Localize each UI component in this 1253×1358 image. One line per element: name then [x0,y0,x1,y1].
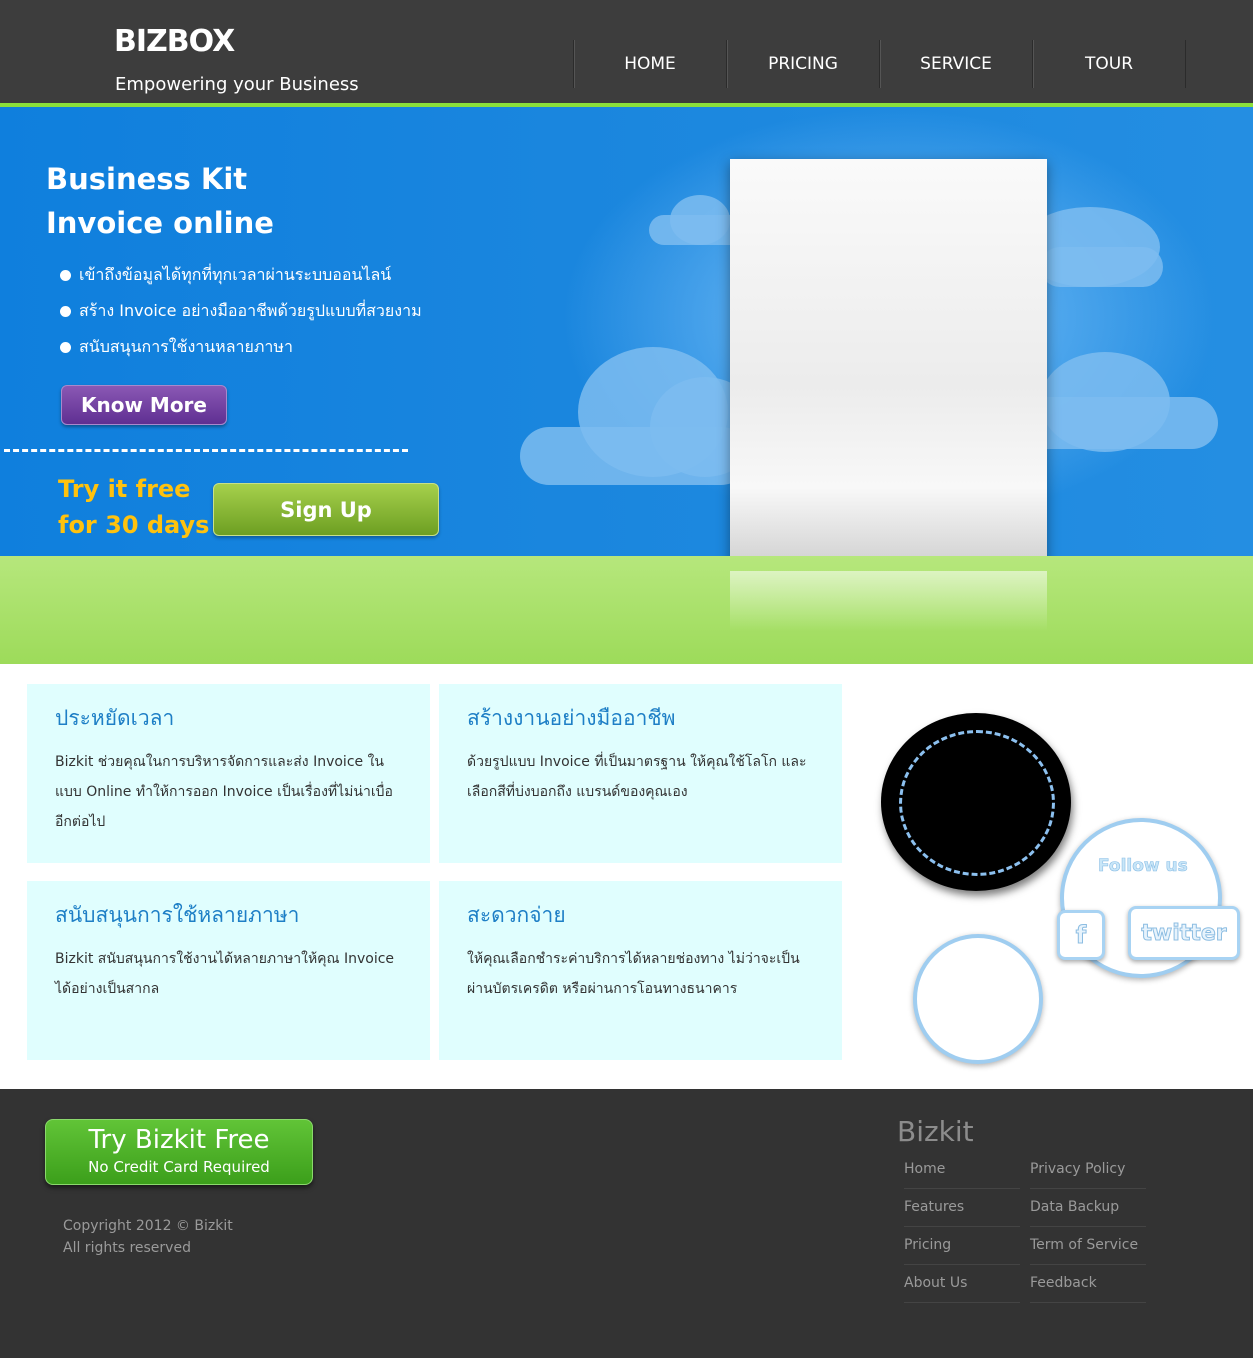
paper-reflection [730,571,1047,631]
know-more-button[interactable]: Know More [61,385,227,425]
footer-link-privacy-policy[interactable]: Privacy Policy [1030,1151,1146,1189]
tagline: Empowering your Business [115,74,359,95]
bullet-dot-icon [60,305,71,317]
main-nav: HOME PRICING SERVICE TOUR [573,40,1186,88]
footer-link-data-backup[interactable]: Data Backup [1030,1189,1146,1227]
hero-bullet: สนับสนุนการใช้งานหลายภาษา [60,329,422,365]
try-button-label: Try Bizkit Free [88,1125,270,1155]
black-badge-circle [881,713,1071,891]
nav-service[interactable]: SERVICE [879,40,1032,88]
footer-link-pricing[interactable]: Pricing [904,1227,1020,1265]
hero-bullet: เข้าถึงข้อมูลได้ทุกที่ทุกเวลาผ่านระบบออน… [60,257,422,293]
sign-up-button[interactable]: Sign Up [213,483,439,536]
feature-text: ให้คุณเลือกชำระค่าบริการได้หลายช่องทาง ไ… [467,951,800,997]
footer-link-home[interactable]: Home [904,1151,1020,1189]
feature-title: สนับสนุนการใช้หลายภาษา [55,903,300,927]
footer-link-term-of-service[interactable]: Term of Service [1030,1227,1146,1265]
nav-tour[interactable]: TOUR [1032,40,1186,88]
feature-card-multilanguage: สนับสนุนการใช้หลายภาษา Bizkit สนับสนุนกา… [27,881,430,1060]
hero-bullet: สร้าง Invoice อย่างมืออาชีพด้วยรูปแบบที่… [60,293,422,329]
feature-title: สร้างงานอย่างมืออาชีพ [467,706,676,730]
hero-bullets: เข้าถึงข้อมูลได้ทุกที่ทุกเวลาผ่านระบบออน… [60,257,422,365]
bullet-dot-icon [60,269,71,281]
dashed-divider [4,449,408,452]
logo[interactable]: BIZBOX [114,24,235,59]
feature-card-save-time: ประหยัดเวลา Bizkit ช่วยคุณในการบริหารจัด… [27,684,430,863]
feature-text: Bizkit สนับสนุนการใช้งานได้หลายภาษาให้คุ… [55,951,395,997]
footer-links: Home Privacy Policy Features Data Backup… [904,1151,1149,1303]
follow-us-label: Follow us [1098,856,1188,877]
try-bizkit-free-button[interactable]: Try Bizkit Free No Credit Card Required [45,1119,313,1185]
nav-pricing[interactable]: PRICING [726,40,879,88]
hero-banner: Business Kit Invoice online เข้าถึงข้อมู… [0,107,1253,556]
footer-link-feedback[interactable]: Feedback [1030,1265,1146,1303]
facebook-icon[interactable]: f [1057,910,1105,960]
bullet-dot-icon [60,341,71,353]
feature-text: ด้วยรูปแบบ Invoice ที่เป็นมาตรฐาน ให้คุณ… [467,754,807,800]
nav-home[interactable]: HOME [573,40,726,88]
twitter-icon[interactable]: twitter [1128,906,1240,960]
feature-title: ประหยัดเวลา [55,706,175,730]
footer-link-about-us[interactable]: About Us [904,1265,1020,1303]
footer-link-features[interactable]: Features [904,1189,1020,1227]
site-header: BIZBOX Empowering your Business HOME PRI… [0,0,1253,107]
try-button-sublabel: No Credit Card Required [88,1158,270,1176]
empty-ring [913,934,1043,1064]
dashed-ring [899,730,1055,876]
hero-title: Business Kit Invoice online [46,157,274,245]
feature-card-professional: สร้างงานอย่างมืออาชีพ ด้วยรูปแบบ Invoice… [439,684,842,863]
green-band [0,556,1253,664]
feature-text: Bizkit ช่วยคุณในการบริหารจัดการและส่ง In… [55,754,393,830]
invoice-paper-image [730,159,1047,556]
copyright: Copyright 2012 © Bizkit All rights reser… [63,1218,233,1256]
site-footer: Try Bizkit Free No Credit Card Required … [0,1089,1253,1358]
footer-brand: Bizkit [897,1115,974,1148]
feature-card-payment: สะดวกจ่าย ให้คุณเลือกชำระค่าบริการได้หลา… [439,881,842,1060]
hero-title-line2: Invoice online [46,206,274,240]
try-free-text: Try it free for 30 days [58,475,210,539]
feature-title: สะดวกจ่าย [467,903,566,927]
hero-title-line1: Business Kit [46,162,248,196]
